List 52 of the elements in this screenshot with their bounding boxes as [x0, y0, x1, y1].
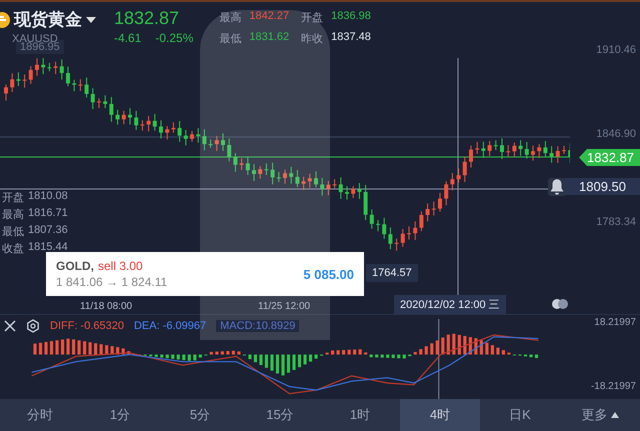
stat-value: 1842.27	[249, 10, 290, 24]
stat-label: 最低	[219, 32, 242, 46]
caret-icon[interactable]	[86, 16, 96, 22]
instrument-name[interactable]: 现货黄金	[14, 8, 82, 31]
current-price-tag: 1832.87	[579, 149, 640, 166]
last-price: 1832.87	[114, 8, 180, 29]
trade-amount: 5 085.00	[303, 266, 354, 282]
price-change: -4.61	[114, 31, 142, 45]
crosshair-price-tag: 1809.50	[565, 178, 640, 195]
period-tab[interactable]: 1分	[80, 399, 160, 431]
stat-value: 1831.62	[249, 31, 290, 45]
ohlc-label: 开盘	[2, 191, 24, 205]
period-tab[interactable]: 日K	[480, 399, 560, 431]
period-tab[interactable]: 分时	[0, 399, 80, 431]
ohlc-value: 1815.44	[28, 241, 68, 255]
ohlc-value: 1816.71	[28, 207, 68, 221]
macd-value: MACD:10.8929	[216, 320, 300, 332]
period-tab[interactable]: 4时	[400, 399, 480, 431]
period-tab[interactable]: 15分	[240, 399, 320, 431]
ohlc-value: 1810.08	[28, 190, 68, 204]
price-axis-label: 1783.34	[596, 216, 636, 228]
stat-label: 最高	[219, 10, 242, 25]
time-axis-label: 11/25 12:00	[258, 301, 310, 312]
ohlc-label: 收盘	[2, 242, 24, 256]
ohlc-value: 1807.36	[28, 224, 68, 238]
stat-label: 开盘	[301, 11, 324, 25]
period-tab[interactable]: 1时	[320, 399, 400, 431]
settings-icon[interactable]	[26, 319, 40, 333]
trade-symbol: GOLD,	[56, 259, 94, 273]
crosshair-time-tag: 2020/12/02 12:00 三	[394, 295, 506, 314]
trade-price-route: 1 841.06 → 1 824.11	[56, 275, 168, 289]
bell-icon[interactable]	[548, 178, 566, 196]
time-axis-label: 11/18 08:00	[80, 301, 132, 312]
stat-value: 1837.48	[331, 31, 371, 45]
macd-axis-label: -18.21997	[590, 381, 636, 392]
dea-value: DEA: -6.09967	[134, 320, 206, 332]
toggle-icon[interactable]	[550, 298, 570, 310]
trade-action: sell 3.00	[98, 259, 143, 273]
stat-value: 1836.98	[331, 10, 371, 24]
ohlc-label: 最高	[2, 208, 24, 222]
period-tab[interactable]: 5分	[160, 399, 240, 431]
low-marker: 1764.57	[366, 264, 418, 282]
close-icon[interactable]	[4, 320, 16, 332]
ohlc-label: 最低	[2, 225, 24, 239]
period-tab[interactable]: 更多	[560, 399, 640, 431]
price-axis-label: 1846.90	[596, 128, 636, 140]
triangle-icon	[610, 412, 618, 418]
diff-value: DIFF: -0.65320	[50, 320, 124, 332]
price-axis-label: 1910.46	[596, 44, 636, 56]
price-change-percent: -0.25%	[155, 31, 194, 45]
stat-label: 昨收	[301, 32, 324, 46]
macd-axis-label: 18.21997	[594, 317, 636, 328]
